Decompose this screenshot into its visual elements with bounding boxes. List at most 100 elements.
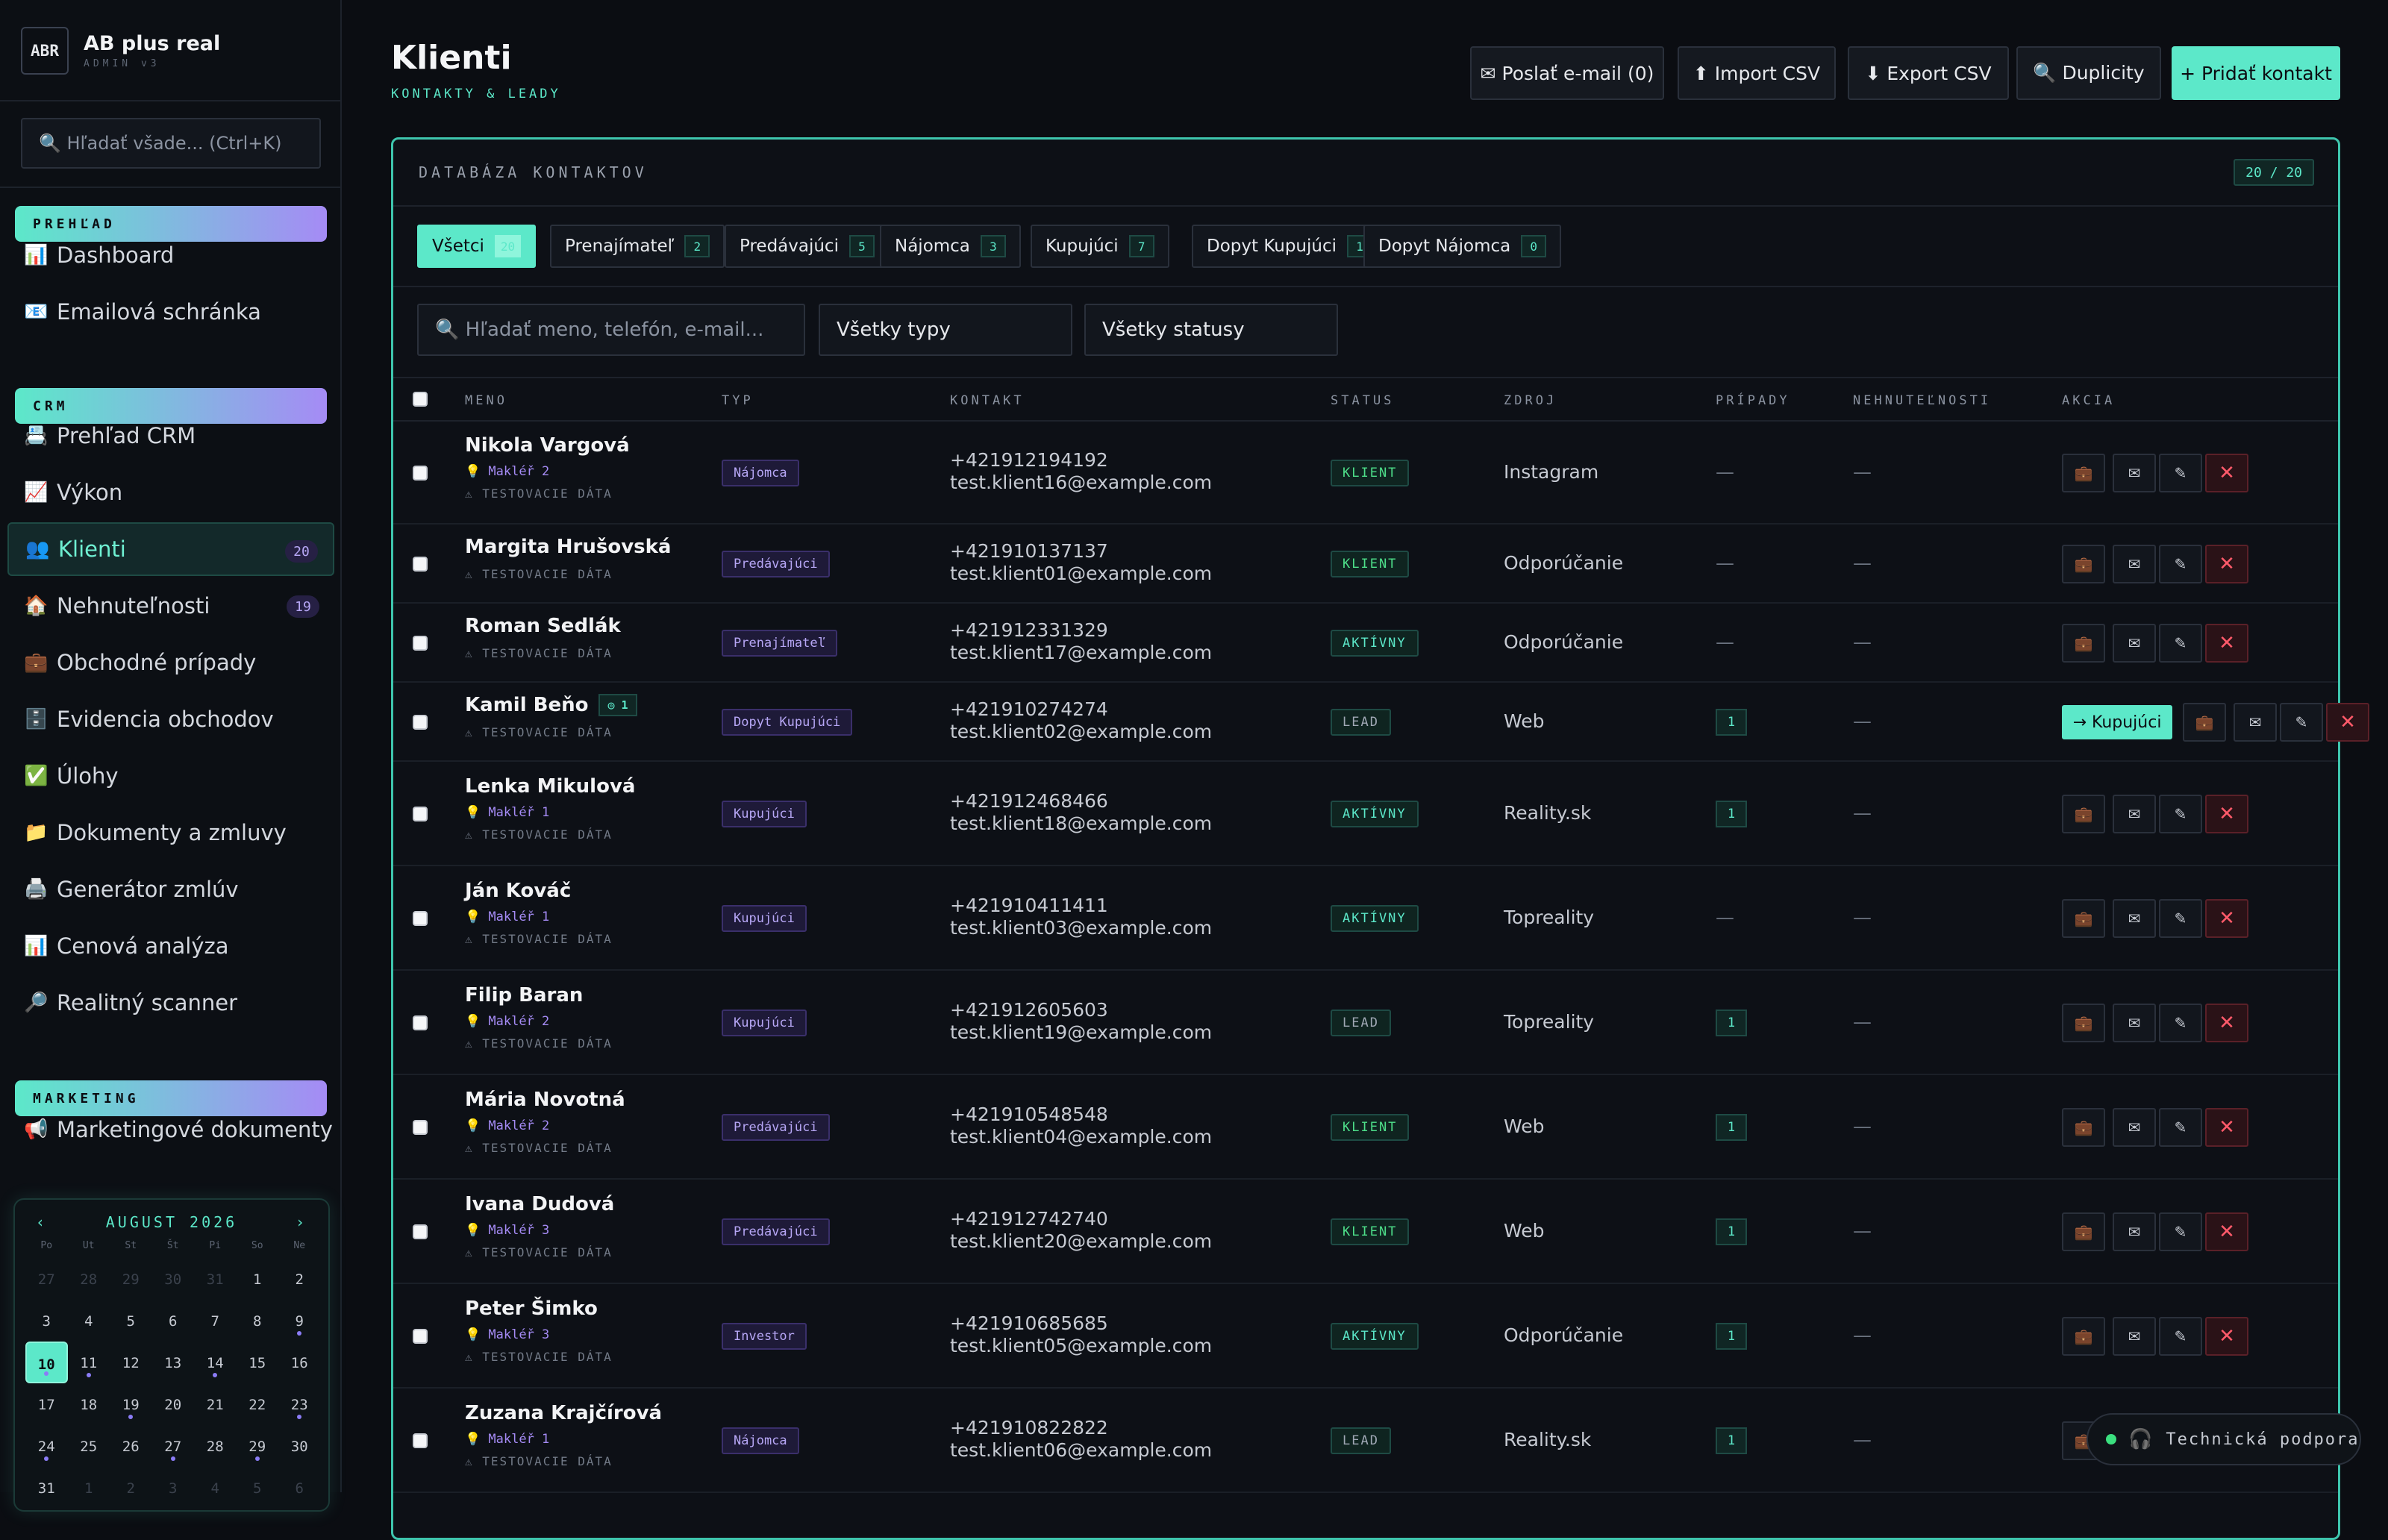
sidebar-item[interactable]: 📁 Dokumenty a zmluvy [7, 806, 334, 860]
calendar-day[interactable]: 23 [278, 1383, 321, 1425]
email[interactable]: test.klient03@example.com [950, 917, 1212, 939]
email[interactable]: test.klient18@example.com [950, 813, 1212, 834]
delete-button[interactable]: ✕ [2205, 454, 2248, 492]
col-source[interactable]: ZDROJ [1504, 393, 1557, 408]
calendar-day[interactable]: 13 [152, 1342, 195, 1383]
open-case-button[interactable]: 💼 [2062, 1004, 2105, 1042]
sidebar-item[interactable]: 📊 Cenová analýza [7, 919, 334, 973]
calendar-day[interactable]: 22 [237, 1383, 279, 1425]
calendar-day[interactable]: 28 [68, 1258, 110, 1300]
sidebar-item[interactable]: 📈 Výkon [7, 466, 334, 519]
client-name[interactable]: Margita Hrušovská [465, 536, 671, 558]
delete-button[interactable]: ✕ [2205, 1108, 2248, 1147]
select-all-checkbox[interactable] [413, 392, 428, 407]
sidebar-item[interactable]: 👥 Klienti 20 [7, 522, 334, 576]
client-name[interactable]: Roman Sedlák [465, 615, 621, 637]
email[interactable]: test.klient02@example.com [950, 721, 1212, 742]
cases-badge[interactable]: 1 [1716, 1218, 1747, 1245]
calendar-day[interactable]: 30 [278, 1425, 321, 1467]
phone[interactable]: +421912468466 [950, 790, 1108, 812]
import-csv-button[interactable]: ⬆ Import CSV [1678, 46, 1836, 100]
phone[interactable]: +421912194192 [950, 449, 1108, 471]
client-name[interactable]: Peter Šimko [465, 1298, 598, 1320]
phone[interactable]: +421910274274 [950, 698, 1108, 720]
delete-button[interactable]: ✕ [2205, 795, 2248, 833]
row-checkbox[interactable] [413, 807, 428, 821]
global-search-input[interactable]: 🔍 Hľadať všade... (Ctrl+K) [21, 118, 321, 169]
sidebar-item[interactable]: 📢 Marketingové dokumenty [7, 1103, 334, 1156]
email[interactable]: test.klient04@example.com [950, 1126, 1212, 1148]
sidebar-item[interactable]: 💼 Obchodné prípady [7, 636, 334, 689]
export-csv-button[interactable]: ⬇ Export CSV [1848, 46, 2009, 100]
support-button[interactable]: 🎧 Technická podpora [2087, 1413, 2361, 1465]
sidebar-item[interactable]: 🔎 Realitný scanner [7, 976, 334, 1030]
open-case-button[interactable]: 💼 [2062, 1212, 2105, 1251]
delete-button[interactable]: ✕ [2205, 624, 2248, 663]
calendar-day[interactable]: 10 [25, 1342, 68, 1383]
calendar-day[interactable]: 6 [152, 1300, 195, 1342]
email[interactable]: test.klient20@example.com [950, 1230, 1212, 1252]
contact-search-input[interactable]: 🔍 Hľadať meno, telefón, e-mail... [417, 304, 805, 356]
calendar-day[interactable]: 27 [152, 1425, 195, 1467]
calendar-day[interactable]: 31 [194, 1258, 237, 1300]
send-mail-button[interactable]: ✉ [2113, 1004, 2156, 1042]
sidebar-item[interactable]: 📇 Prehľad CRM [7, 409, 334, 463]
calendar-day[interactable]: 6 [278, 1467, 321, 1509]
delete-button[interactable]: ✕ [2205, 1004, 2248, 1042]
client-name[interactable]: Ivana Dudová [465, 1193, 614, 1215]
email[interactable]: test.klient05@example.com [950, 1335, 1212, 1356]
delete-button[interactable]: ✕ [2205, 899, 2248, 938]
calendar-day[interactable]: 30 [152, 1258, 195, 1300]
sidebar-item[interactable]: 🏠 Nehnuteľnosti 19 [7, 579, 334, 633]
delete-button[interactable]: ✕ [2326, 703, 2369, 742]
add-contact-button[interactable]: + Pridať kontakt [2172, 46, 2340, 100]
client-name[interactable]: Lenka Mikulová [465, 775, 635, 798]
edit-button[interactable]: ✎ [2159, 1004, 2202, 1042]
cases-badge[interactable]: 1 [1716, 1323, 1747, 1350]
send-mail-button[interactable]: ✉ [2113, 795, 2156, 833]
send-mail-button[interactable]: ✉ [2113, 899, 2156, 938]
col-name[interactable]: MENO [465, 393, 507, 408]
email[interactable]: test.klient01@example.com [950, 563, 1212, 584]
calendar-day[interactable]: 21 [194, 1383, 237, 1425]
sidebar-item[interactable]: 🗄️ Evidencia obchodov [7, 692, 334, 746]
client-name[interactable]: Kamil Beňo ◎ 1 [465, 694, 637, 716]
client-name[interactable]: Filip Baran [465, 984, 583, 1007]
filter-tab[interactable]: Nájomca 3 [880, 225, 1021, 268]
edit-button[interactable]: ✎ [2159, 545, 2202, 583]
calendar-day[interactable]: 4 [68, 1300, 110, 1342]
cases-badge[interactable]: 1 [1716, 1010, 1747, 1036]
calendar-day[interactable]: 31 [25, 1467, 68, 1509]
edit-button[interactable]: ✎ [2159, 624, 2202, 663]
cases-badge[interactable]: 1 [1716, 709, 1747, 736]
row-checkbox[interactable] [413, 1329, 428, 1344]
calendar-day[interactable]: 3 [25, 1300, 68, 1342]
filter-tab[interactable]: Kupujúci 7 [1031, 225, 1169, 268]
open-case-button[interactable]: 💼 [2062, 1317, 2105, 1356]
email[interactable]: test.klient19@example.com [950, 1021, 1212, 1043]
cases-badge[interactable]: 1 [1716, 1114, 1747, 1141]
delete-button[interactable]: ✕ [2205, 545, 2248, 583]
open-case-button[interactable]: 💼 [2062, 624, 2105, 663]
email[interactable]: test.klient17@example.com [950, 642, 1212, 663]
sidebar-item[interactable]: 📊 Dashboard [7, 228, 334, 282]
filter-tab[interactable]: Prenajímateľ 2 [550, 225, 725, 268]
send-mail-button[interactable]: ✉ [2113, 1212, 2156, 1251]
calendar-day[interactable]: 5 [110, 1300, 152, 1342]
calendar-day[interactable]: 2 [278, 1258, 321, 1300]
send-mail-button[interactable]: ✉ [2113, 1317, 2156, 1356]
calendar-day[interactable]: 9 [278, 1300, 321, 1342]
calendar-day[interactable]: 5 [237, 1467, 279, 1509]
cases-badge[interactable]: 1 [1716, 1427, 1747, 1454]
calendar-day[interactable]: 18 [68, 1383, 110, 1425]
phone[interactable]: +421912742740 [950, 1208, 1108, 1230]
col-status[interactable]: STATUS [1331, 393, 1394, 408]
calendar-day[interactable]: 8 [237, 1300, 279, 1342]
phone[interactable]: +421912331329 [950, 619, 1108, 641]
edit-button[interactable]: ✎ [2280, 703, 2323, 742]
calendar-prev-button[interactable]: ‹ [36, 1213, 48, 1231]
edit-button[interactable]: ✎ [2159, 899, 2202, 938]
calendar-day[interactable]: 4 [194, 1467, 237, 1509]
row-checkbox[interactable] [413, 466, 428, 481]
edit-button[interactable]: ✎ [2159, 1108, 2202, 1147]
